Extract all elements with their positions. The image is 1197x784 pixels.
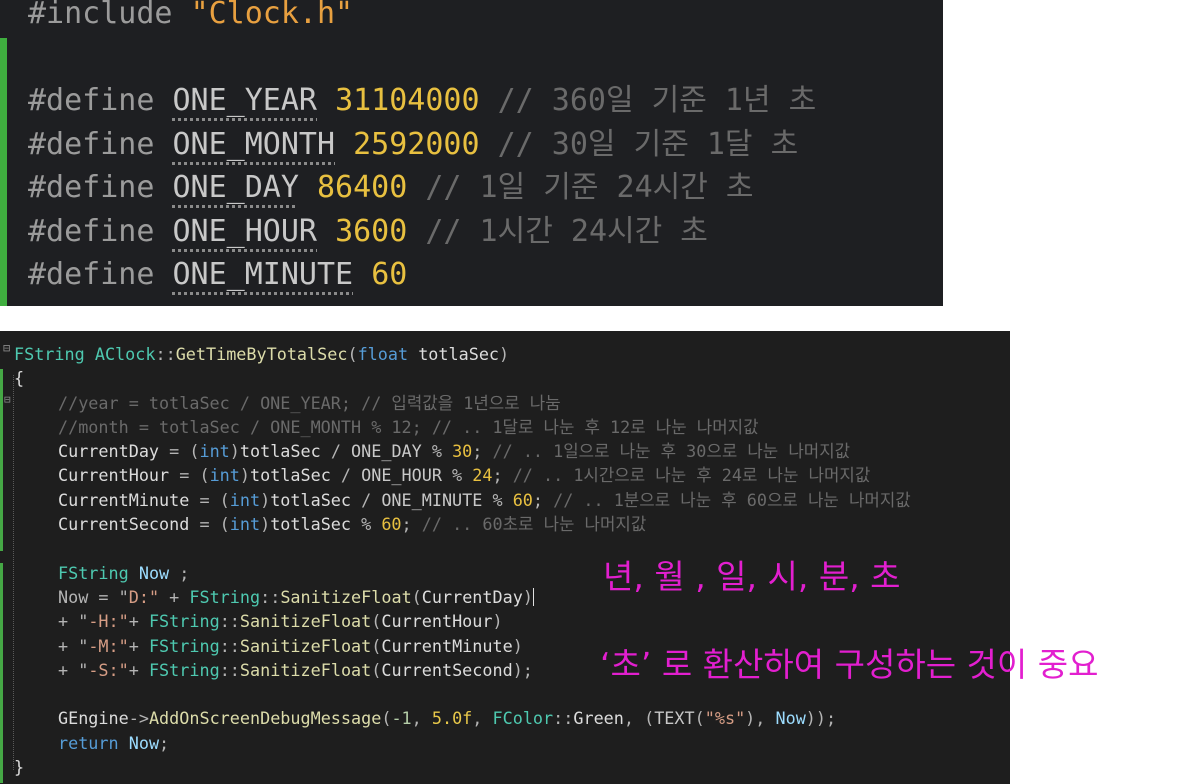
annotation-note: ‘초’ 로 환산하여 구성하는 것이 중요 (600, 645, 1099, 684)
code-line-define-month[interactable]: #define ONE_MONTH 2592000 // 30일 기준 1달 초 (28, 123, 816, 167)
code-line-debug-message[interactable]: GEngine->AddOnScreenDebugMessage(-1, 5.0… (14, 706, 911, 730)
code-line-comment-month[interactable]: //month = totlaSec / ONE_MONTH % 12; // … (14, 415, 911, 439)
code-line-define-day[interactable]: #define ONE_DAY 86400 // 1일 기준 24시간 초 (28, 166, 816, 210)
code-line-current-minute[interactable]: CurrentMinute = (int)totlaSec / ONE_MINU… (14, 488, 911, 512)
code-line-now-hour[interactable]: + "-H:"+ FString::SanitizeFloat(CurrentH… (14, 609, 911, 633)
change-bar (0, 369, 3, 551)
code-line-define-year[interactable]: #define ONE_YEAR 31104000 // 360일 기준 1년 … (28, 79, 816, 123)
code-line-current-second[interactable]: CurrentSecond = (int)totlaSec % 60; // .… (14, 512, 911, 536)
code-line-comment-year[interactable]: //year = totlaSec / ONE_YEAR; // 입력값을 1년… (14, 391, 911, 415)
top-code-lines: #include "Clock.h" #define ONE_YEAR 3110… (28, 0, 816, 297)
code-line-close-brace[interactable]: } (14, 755, 911, 779)
change-bar (0, 563, 3, 783)
code-line-open-brace[interactable]: { (14, 366, 911, 390)
code-line-current-day[interactable]: CurrentDay = (int)totlaSec / ONE_DAY % 3… (14, 439, 911, 463)
code-line-include[interactable]: #include "Clock.h" (28, 0, 816, 36)
code-line-return[interactable]: return Now; (14, 731, 911, 755)
code-line-blank[interactable] (28, 36, 816, 80)
code-line-signature[interactable]: FString AClock::GetTimeByTotalSec(float … (14, 342, 911, 366)
code-line-blank[interactable] (14, 682, 911, 706)
annotation-units: 년, 월 , 일, 시, 분, 초 (603, 557, 901, 596)
text-caret (532, 587, 534, 606)
code-line-define-minute[interactable]: #define ONE_MINUTE 60 (28, 253, 816, 297)
code-line-current-hour[interactable]: CurrentHour = (int)totlaSec / ONE_HOUR %… (14, 463, 911, 487)
fold-collapse-icon[interactable]: ⊟ (4, 394, 11, 405)
fold-collapse-icon[interactable]: ⊟ (3, 342, 10, 354)
change-bar (0, 38, 7, 306)
top-code-panel: #include "Clock.h" #define ONE_YEAR 3110… (0, 0, 943, 306)
code-line-define-hour[interactable]: #define ONE_HOUR 3600 // 1시간 24시간 초 (28, 210, 816, 254)
